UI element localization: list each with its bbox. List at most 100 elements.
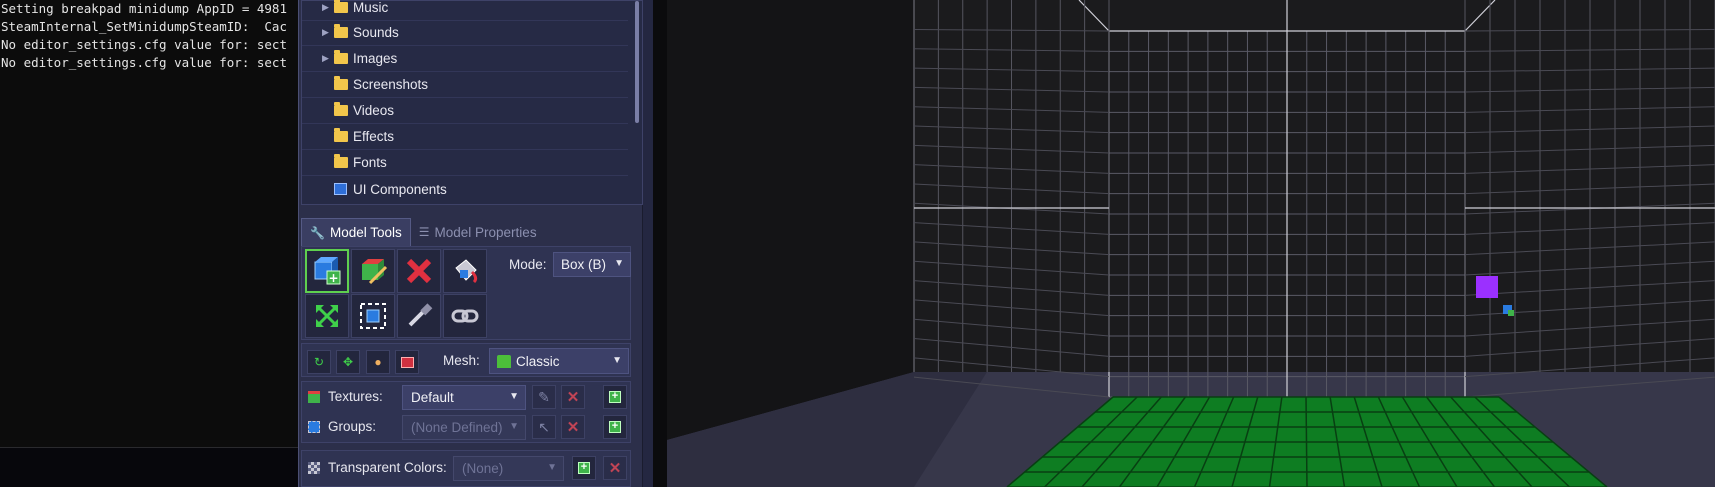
tree-item-label: Screenshots <box>353 77 429 92</box>
textures-select[interactable]: Default ▼ <box>402 385 526 410</box>
panel-separator[interactable] <box>643 0 653 487</box>
add-icon: + <box>609 421 621 433</box>
texture-cube-icon <box>308 391 320 403</box>
mode-select[interactable]: Box (B) ▼ <box>553 252 631 277</box>
chevron-down-icon: ▼ <box>612 355 622 366</box>
transparent-colors-value: (None) <box>462 461 504 476</box>
tab-model-properties[interactable]: ☰ Model Properties <box>411 218 545 246</box>
tree-item-sounds[interactable]: ▶ Sounds <box>302 20 628 46</box>
close-icon: ✕ <box>566 419 580 436</box>
tree-item-label: Fonts <box>353 155 387 170</box>
3d-viewport[interactable] <box>667 0 1715 487</box>
transparent-colors-properties: Transparent Colors: (None) ▼ + ✕ <box>301 450 631 487</box>
textures-value: Default <box>411 390 454 405</box>
rotate-icon: ↻ <box>313 355 325 369</box>
folder-icon <box>334 76 348 90</box>
link-icon <box>451 309 479 323</box>
transparent-colors-select[interactable]: (None) ▼ <box>453 456 564 481</box>
tree-item-label: Videos <box>353 103 395 118</box>
select-tool-button[interactable] <box>351 294 395 338</box>
transparent-colors-row: Transparent Colors: (None) ▼ + ✕ <box>302 453 630 483</box>
expand-arrow-icon[interactable]: ▶ <box>322 2 334 13</box>
add-transparent-color-button[interactable]: + <box>572 456 596 480</box>
rotate-button[interactable]: ↻ <box>307 350 331 374</box>
expand-arrows-icon <box>315 304 339 328</box>
texture-group-properties: Textures: Default ▼ ✎ ✕ + Groups: (None … <box>301 381 631 443</box>
tool-tabs: 🔧 Model Tools ☰ Model Properties <box>301 218 643 246</box>
model-tools-panel: + Mode: Box (B) ▼ <box>301 246 631 340</box>
folder-icon <box>334 0 348 13</box>
texture-paint-button[interactable]: ● <box>366 350 390 374</box>
delete-tool-button[interactable] <box>397 249 441 293</box>
console-line: Setting breakpad minidump AppID = 4981 <box>1 1 287 16</box>
asset-tree: ▶ Music ▶ Sounds ▶ Images ▶ Screenshots … <box>301 0 643 205</box>
voxel-cursor <box>1476 276 1498 298</box>
tree-item-effects[interactable]: ▶ Effects <box>302 124 628 150</box>
tree-item-label: Images <box>353 51 398 66</box>
list-icon: ☰ <box>418 225 430 239</box>
tree-scrollbar-thumb[interactable] <box>635 1 639 123</box>
tree-item-label: UI Components <box>353 181 447 197</box>
editor-side-panel: ▶ Music ▶ Sounds ▶ Images ▶ Screenshots … <box>298 0 653 487</box>
wrench-icon: 🔧 <box>310 225 325 240</box>
tree-item-fonts[interactable]: ▶ Fonts <box>302 150 628 176</box>
paint-box-tool-button[interactable] <box>351 249 395 293</box>
folder-icon <box>334 102 348 116</box>
mesh-select[interactable]: Classic ▼ <box>489 348 629 374</box>
ui-component-icon <box>334 183 347 195</box>
checker-icon <box>308 462 320 474</box>
transparent-colors-label: Transparent Colors: <box>328 460 447 475</box>
edit-texture-button[interactable]: ✎ <box>532 385 556 409</box>
folder-icon <box>334 128 348 142</box>
move-button[interactable]: ✥ <box>336 350 360 374</box>
chevron-down-icon: ▼ <box>614 258 624 269</box>
eyedropper-tool-button[interactable] <box>397 294 441 338</box>
tree-item-music[interactable]: ▶ Music <box>302 0 628 21</box>
move-icon: ✥ <box>342 355 354 369</box>
tab-label: Model Tools <box>329 225 402 240</box>
tree-item-videos[interactable]: ▶ Videos <box>302 98 628 124</box>
delete-group-button[interactable]: ✕ <box>561 415 585 439</box>
delete-texture-button[interactable]: ✕ <box>561 385 585 409</box>
tree-item-images[interactable]: ▶ Images <box>302 46 628 72</box>
add-group-button[interactable]: + <box>603 415 627 439</box>
select-group-button[interactable]: ↖ <box>532 415 556 439</box>
eyedropper-icon <box>408 303 433 327</box>
expand-arrow-icon[interactable]: ▶ <box>322 53 334 64</box>
viewport-canvas <box>667 0 1715 487</box>
mesh-label: Mesh: <box>443 353 480 368</box>
add-texture-button[interactable]: + <box>603 385 627 409</box>
minus-icon <box>400 356 414 368</box>
tree-item-ui-components[interactable]: ▶ UI Components <box>302 176 628 202</box>
cursor-arrow-icon: ↖ <box>538 418 550 435</box>
add-icon: + <box>578 462 590 474</box>
close-icon: ✕ <box>608 460 622 477</box>
paint-bucket-tool-button[interactable] <box>443 249 487 293</box>
groups-select[interactable]: (None Defined) ▼ <box>402 415 526 440</box>
paint-bucket-icon <box>455 259 478 284</box>
groups-row: Groups: (None Defined) ▼ ↖ ✕ + <box>302 412 630 442</box>
textures-row: Textures: Default ▼ ✎ ✕ + <box>302 382 630 412</box>
groups-label: Groups: <box>328 419 377 434</box>
paint-box-icon <box>362 259 388 285</box>
close-icon: ✕ <box>566 389 580 406</box>
group-select-icon <box>308 421 320 433</box>
link-tool-button[interactable] <box>443 294 487 338</box>
delete-transparent-color-button[interactable]: ✕ <box>603 456 627 480</box>
tab-model-tools[interactable]: 🔧 Model Tools <box>301 218 411 246</box>
pencil-icon: ✎ <box>538 388 550 405</box>
expand-tool-button[interactable] <box>305 294 349 338</box>
folder-icon <box>334 50 348 64</box>
svg-text:+: + <box>328 271 338 285</box>
console-output: Setting breakpad minidump AppID = 4981 S… <box>0 0 298 487</box>
console-line: No editor_settings.cfg value for: sect <box>1 55 287 70</box>
expand-arrow-icon[interactable]: ▶ <box>322 27 334 38</box>
palette-icon: ● <box>374 355 382 369</box>
add-icon: + <box>609 391 621 403</box>
chevron-down-icon: ▼ <box>547 462 557 473</box>
tab-label: Model Properties <box>434 224 537 240</box>
console-line: SteamInternal_SetMinidumpSteamID: Cac <box>1 19 287 34</box>
remove-button[interactable] <box>395 350 419 374</box>
tree-item-screenshots[interactable]: ▶ Screenshots <box>302 72 628 98</box>
add-box-tool-button[interactable]: + <box>305 249 349 293</box>
